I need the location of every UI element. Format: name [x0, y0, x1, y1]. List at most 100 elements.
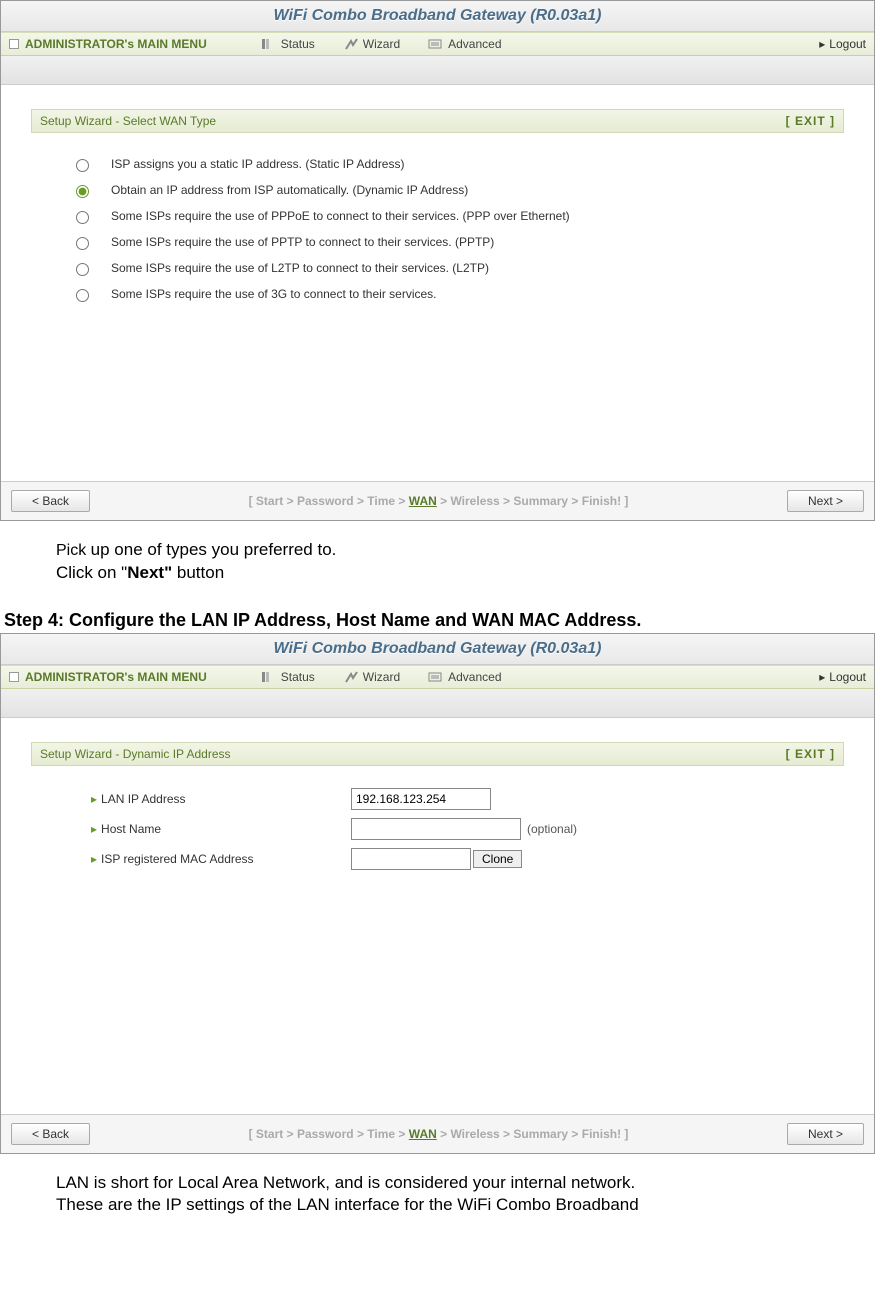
nav-logout[interactable]: ▸ Logout [819, 37, 866, 51]
host-optional-label: (optional) [527, 822, 577, 836]
radio-label: Some ISPs require the use of 3G to conne… [111, 287, 437, 301]
nav-status-label: Status [281, 670, 315, 684]
wan-option-dynamic[interactable]: Obtain an IP address from ISP automatica… [71, 177, 844, 203]
back-button[interactable]: < Back [11, 490, 90, 512]
main-menu-bar: ADMINISTRATOR's MAIN MENU Status Wizard … [1, 665, 874, 689]
crumb-suffix: > Wireless > Summary > Finish! ] [437, 494, 629, 508]
title-bar: WiFi Combo Broadband Gateway (R0.03a1) [1, 634, 874, 665]
wan-option-3g[interactable]: Some ISPs require the use of 3G to conne… [71, 281, 844, 307]
router-panel-wan-type: WiFi Combo Broadband Gateway (R0.03a1) A… [0, 0, 875, 521]
nav-wizard[interactable]: Wizard [343, 670, 400, 684]
main-menu-bar: ADMINISTRATOR's MAIN MENU Status Wizard … [1, 32, 874, 56]
host-name-input[interactable] [351, 818, 521, 840]
crumb-prefix: [ Start > Password > Time > [249, 1127, 409, 1141]
wizard-footer: < Back [ Start > Password > Time > WAN >… [1, 1114, 874, 1153]
title-bar: WiFi Combo Broadband Gateway (R0.03a1) [1, 1, 874, 32]
admin-menu-label[interactable]: ADMINISTRATOR's MAIN MENU [25, 670, 207, 684]
next-button[interactable]: Next > [787, 490, 864, 512]
nav-wizard-label: Wizard [363, 37, 400, 51]
text-pick-rest: up one of types you preferred to. [91, 540, 337, 559]
logout-arrow-icon: ▸ [819, 37, 825, 51]
crumb-active[interactable]: WAN [409, 494, 437, 508]
nav-advanced[interactable]: Advanced [428, 670, 501, 684]
router-panel-dynamic-ip: WiFi Combo Broadband Gateway (R0.03a1) A… [0, 633, 875, 1154]
triangle-icon: ▸ [91, 822, 97, 836]
text-click-c: button [172, 563, 224, 582]
crumb-prefix: [ Start > Password > Time > [249, 494, 409, 508]
logout-arrow-icon: ▸ [819, 670, 825, 684]
crumb-active[interactable]: WAN [409, 1127, 437, 1141]
wan-option-l2tp[interactable]: Some ISPs require the use of L2TP to con… [71, 255, 844, 281]
radio-dynamic[interactable] [76, 185, 89, 198]
wizard-exit-link[interactable]: [ EXIT ] [786, 114, 835, 128]
wizard-exit-link[interactable]: [ EXIT ] [786, 747, 835, 761]
radio-label: Some ISPs require the use of PPTP to con… [111, 235, 494, 249]
text-click-a: Click on " [56, 563, 127, 582]
radio-3g[interactable] [76, 289, 89, 302]
wizard-icon [343, 37, 359, 51]
row-lan-ip: ▸ LAN IP Address [91, 784, 844, 814]
advanced-icon [428, 37, 444, 51]
wan-option-pptp[interactable]: Some ISPs require the use of PPTP to con… [71, 229, 844, 255]
radio-l2tp[interactable] [76, 263, 89, 276]
crumb-suffix: > Wireless > Summary > Finish! ] [437, 1127, 629, 1141]
radio-label: Some ISPs require the use of PPPoE to co… [111, 209, 570, 223]
status-icon [261, 37, 277, 51]
wizard-icon [343, 670, 359, 684]
menu-bullet-icon [9, 39, 19, 49]
wizard-content: Setup Wizard - Select WAN Type [ EXIT ] … [1, 85, 874, 481]
radio-static[interactable] [76, 159, 89, 172]
text-next-bold: Next" [127, 563, 172, 582]
radio-label: Obtain an IP address from ISP automatica… [111, 183, 468, 197]
row-mac-address: ▸ ISP registered MAC Address Clone [91, 844, 844, 874]
mac-label: ISP registered MAC Address [101, 852, 254, 866]
radio-label: Some ISPs require the use of L2TP to con… [111, 261, 489, 275]
instruction-block-1: Pick up one of types you preferred to. C… [0, 521, 875, 584]
radio-pppoe[interactable] [76, 211, 89, 224]
breadcrumb: [ Start > Password > Time > WAN > Wirele… [90, 494, 787, 508]
wizard-footer: < Back [ Start > Password > Time > WAN >… [1, 481, 874, 520]
wizard-header: Setup Wizard - Select WAN Type [ EXIT ] [31, 109, 844, 133]
lan-ip-label: LAN IP Address [101, 792, 186, 806]
nav-status[interactable]: Status [261, 670, 315, 684]
nav-logout-label: Logout [829, 670, 866, 684]
instruction-block-2: LAN is short for Local Area Network, and… [0, 1154, 875, 1216]
step4-heading: Step 4: Configure the LAN IP Address, Ho… [4, 584, 875, 633]
lan-ip-input[interactable] [351, 788, 491, 810]
nav-advanced-label: Advanced [448, 670, 501, 684]
dynamic-ip-form: ▸ LAN IP Address ▸ Host Name (optional) ▸ I… [31, 766, 844, 874]
triangle-icon: ▸ [91, 852, 97, 866]
nav-logout[interactable]: ▸ Logout [819, 670, 866, 684]
wizard-header: Setup Wizard - Dynamic IP Address [ EXIT… [31, 742, 844, 766]
nav-wizard-label: Wizard [363, 670, 400, 684]
triangle-icon: ▸ [91, 792, 97, 806]
mac-input[interactable] [351, 848, 471, 870]
router-title: WiFi Combo Broadband Gateway (R0.03a1) [274, 7, 602, 24]
clone-button[interactable]: Clone [473, 850, 522, 868]
status-icon [261, 670, 277, 684]
nav-logout-label: Logout [829, 37, 866, 51]
text-pick: Pick [56, 542, 91, 559]
wan-option-static[interactable]: ISP assigns you a static IP address. (St… [71, 151, 844, 177]
breadcrumb: [ Start > Password > Time > WAN > Wirele… [90, 1127, 787, 1141]
back-button[interactable]: < Back [11, 1123, 90, 1145]
sub-bar [1, 689, 874, 718]
nav-status-label: Status [281, 37, 315, 51]
nav-wizard[interactable]: Wizard [343, 37, 400, 51]
wizard-content: Setup Wizard - Dynamic IP Address [ EXIT… [1, 718, 874, 1114]
wan-option-pppoe[interactable]: Some ISPs require the use of PPPoE to co… [71, 203, 844, 229]
admin-menu-label[interactable]: ADMINISTRATOR's MAIN MENU [25, 37, 207, 51]
radio-label: ISP assigns you a static IP address. (St… [111, 157, 404, 171]
radio-pptp[interactable] [76, 237, 89, 250]
host-name-label: Host Name [101, 822, 161, 836]
text-lan-2: These are the IP settings of the LAN int… [56, 1194, 875, 1216]
wan-type-radio-list: ISP assigns you a static IP address. (St… [31, 133, 844, 307]
nav-advanced-label: Advanced [448, 37, 501, 51]
next-button[interactable]: Next > [787, 1123, 864, 1145]
wizard-header-title: Setup Wizard - Dynamic IP Address [40, 747, 231, 761]
nav-status[interactable]: Status [261, 37, 315, 51]
nav-advanced[interactable]: Advanced [428, 37, 501, 51]
menu-bullet-icon [9, 672, 19, 682]
router-title: WiFi Combo Broadband Gateway (R0.03a1) [274, 640, 602, 657]
row-host-name: ▸ Host Name (optional) [91, 814, 844, 844]
